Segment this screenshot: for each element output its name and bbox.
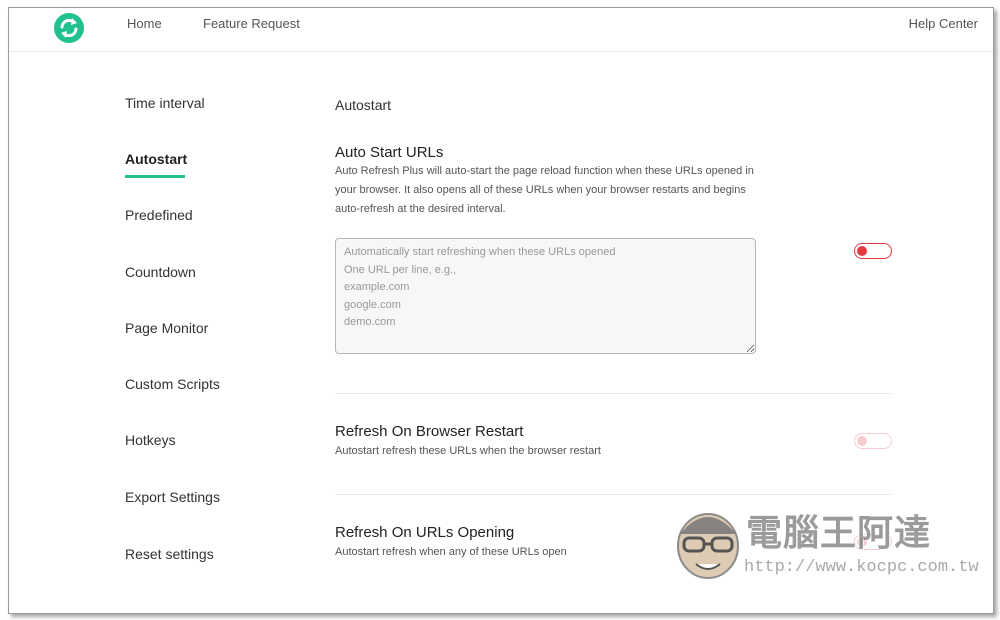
refresh-on-urls-opening-title: Refresh On URLs Opening	[335, 524, 515, 541]
watermark-title: 電腦王阿達	[746, 513, 932, 554]
watermark-url: http://www.kocpc.com.tw	[744, 558, 979, 577]
section-title: Autostart	[335, 97, 392, 113]
sidebar-item-custom-scripts[interactable]: Custom Scripts	[125, 376, 220, 392]
mascot-face-icon	[677, 513, 739, 579]
refresh-on-restart-description: Autostart refresh these URLs when the br…	[335, 445, 601, 457]
refresh-on-restart-title: Refresh On Browser Restart	[335, 423, 524, 440]
sidebar-item-time-interval[interactable]: Time interval	[125, 95, 205, 111]
auto-start-urls-description: Auto Refresh Plus will auto-start the pa…	[335, 165, 754, 215]
divider	[335, 393, 891, 394]
sidebar-item-export-settings[interactable]: Export Settings	[125, 489, 220, 505]
toggle-knob	[857, 246, 867, 256]
help-center-link[interactable]: Help Center	[909, 16, 978, 31]
sidebar-item-countdown[interactable]: Countdown	[125, 264, 196, 280]
nav-home-link[interactable]: Home	[127, 16, 162, 31]
sidebar-item-hotkeys[interactable]: Hotkeys	[125, 432, 176, 448]
toggle-knob	[857, 436, 867, 446]
sidebar-item-page-monitor[interactable]: Page Monitor	[125, 320, 208, 336]
sidebar-item-predefined[interactable]: Predefined	[125, 207, 193, 223]
auto-start-urls-toggle[interactable]	[854, 243, 892, 259]
top-navbar: Home Feature Request Help Center	[9, 8, 993, 52]
refresh-logo-icon[interactable]	[53, 12, 85, 44]
active-tab-indicator	[125, 175, 185, 178]
auto-start-urls-textarea[interactable]	[335, 238, 756, 354]
sidebar-item-reset-settings[interactable]: Reset settings	[125, 546, 214, 562]
refresh-on-restart-toggle[interactable]	[854, 433, 892, 449]
divider	[335, 494, 891, 495]
sidebar-item-autostart[interactable]: Autostart	[125, 151, 187, 167]
watermark: 電腦王阿達 http://www.kocpc.com.tw	[670, 498, 979, 588]
auto-start-urls-title: Auto Start URLs	[335, 144, 444, 161]
nav-feature-request-link[interactable]: Feature Request	[203, 16, 300, 31]
